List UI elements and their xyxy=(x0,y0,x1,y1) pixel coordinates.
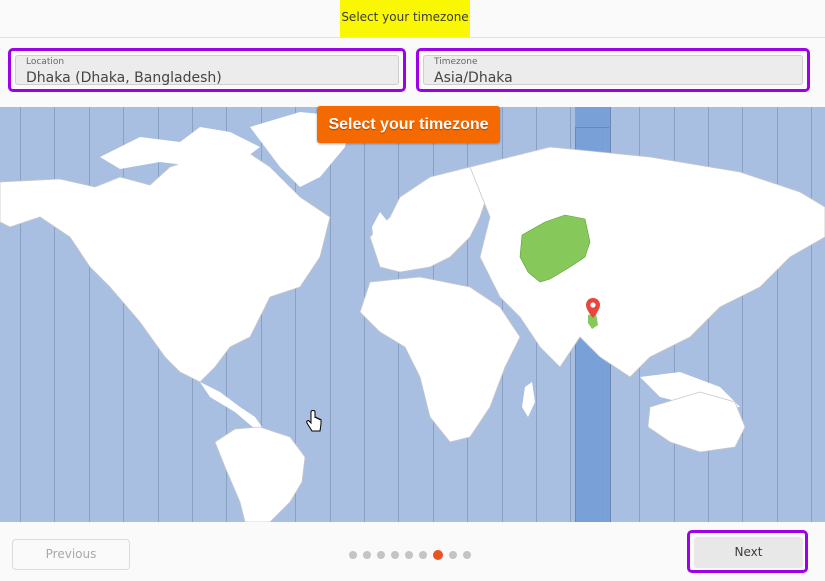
step-dot-active xyxy=(433,550,443,560)
hand-cursor-icon xyxy=(306,410,322,432)
step-dot xyxy=(449,551,457,559)
step-dot xyxy=(463,551,471,559)
step-dot xyxy=(391,551,399,559)
next-button-frame[interactable]: Next xyxy=(687,530,808,573)
location-field[interactable]: Location Dhaka (Dhaka, Bangladesh) xyxy=(8,48,406,92)
location-input[interactable]: Location Dhaka (Dhaka, Bangladesh) xyxy=(15,55,399,86)
step-dot xyxy=(377,551,385,559)
world-map-land xyxy=(0,112,825,522)
location-value: Dhaka (Dhaka, Bangladesh) xyxy=(26,70,222,86)
timezone-label: Timezone xyxy=(434,57,478,67)
location-pin-icon xyxy=(586,298,600,318)
selected-timezone-top xyxy=(575,107,609,128)
north-america xyxy=(0,146,331,383)
step-indicator xyxy=(349,549,471,561)
step-dot xyxy=(363,551,371,559)
page-title: Select your timezone xyxy=(341,10,469,24)
step-dot xyxy=(405,551,413,559)
step-dot xyxy=(419,551,427,559)
previous-button[interactable]: Previous xyxy=(12,539,130,570)
central-america xyxy=(200,382,262,429)
timezone-field[interactable]: Timezone Asia/Dhaka xyxy=(416,48,810,92)
timezone-value: Asia/Dhaka xyxy=(434,70,513,86)
location-label: Location xyxy=(26,57,65,67)
south-america xyxy=(214,426,306,522)
next-button[interactable]: Next xyxy=(694,537,803,568)
step-dot xyxy=(349,551,357,559)
select-timezone-banner: Select your timezone xyxy=(317,106,500,143)
madagascar xyxy=(522,382,535,417)
timezone-input[interactable]: Timezone Asia/Dhaka xyxy=(423,55,803,86)
australia xyxy=(647,391,746,453)
africa xyxy=(359,276,521,443)
europe xyxy=(369,166,491,273)
timezone-map[interactable] xyxy=(0,107,825,522)
